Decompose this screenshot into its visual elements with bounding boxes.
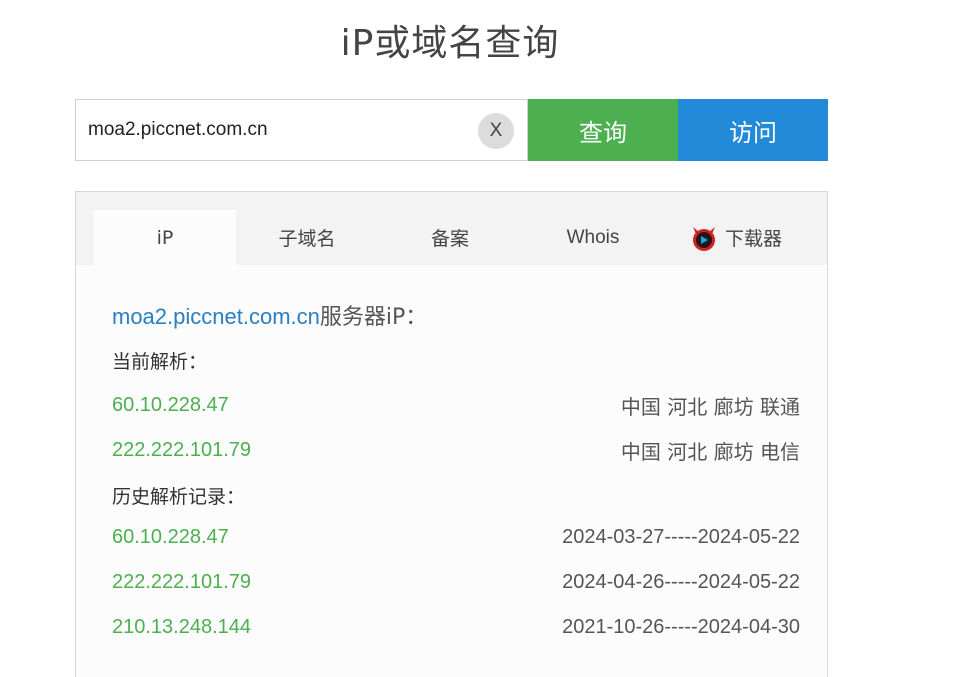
- tab-downloader[interactable]: 下载器: [665, 210, 807, 265]
- clear-button[interactable]: X: [478, 113, 514, 149]
- tab-bar: iP 子域名 备案 Whois 下载器: [76, 192, 827, 265]
- table-row: 210.13.248.144 2021-10-26-----2024-04-30: [112, 616, 800, 639]
- tab-label: iP: [156, 226, 174, 249]
- ip-link[interactable]: 222.222.101.79: [112, 571, 251, 594]
- result-panel: iP 子域名 备案 Whois 下载器 moa2.piccnet.com.cn服…: [75, 191, 828, 677]
- tab-label: 子域名: [278, 228, 336, 250]
- search-bar: X 查询 访问: [75, 99, 828, 161]
- server-heading: moa2.piccnet.com.cn服务器iP：: [112, 299, 427, 331]
- devil-icon: [692, 226, 715, 251]
- tab-label: Whois: [566, 226, 620, 248]
- tab-whois[interactable]: Whois: [522, 210, 664, 265]
- table-row: 222.222.101.79 2024-04-26-----2024-05-22: [112, 571, 800, 594]
- ip-link[interactable]: 60.10.228.47: [112, 394, 229, 417]
- visit-button[interactable]: 访问: [678, 99, 828, 161]
- close-icon: X: [489, 120, 503, 141]
- ip-link[interactable]: 222.222.101.79: [112, 439, 251, 462]
- date-range: 2024-04-26-----2024-05-22: [562, 571, 800, 593]
- table-row: 60.10.228.47 2024-03-27-----2024-05-22: [112, 526, 800, 549]
- query-button[interactable]: 查询: [528, 99, 678, 161]
- table-row: 222.222.101.79 中国 河北 廊坊 电信: [112, 436, 800, 465]
- page-title: iP或域名查询: [340, 23, 560, 64]
- tab-label: 备案: [430, 228, 469, 250]
- tab-subdomain[interactable]: 子域名: [236, 210, 378, 265]
- ip-location: 中国 河北 廊坊 联通: [620, 395, 800, 419]
- history-label: 历史解析记录：: [112, 486, 246, 508]
- tab-label: 下载器: [724, 228, 782, 250]
- current-label: 当前解析：: [112, 351, 208, 373]
- search-input[interactable]: [88, 100, 478, 160]
- table-row: 60.10.228.47 中国 河北 廊坊 联通: [112, 391, 800, 420]
- date-range: 2021-10-26-----2024-04-30: [562, 616, 800, 638]
- tab-ip[interactable]: iP: [94, 210, 236, 265]
- search-box: X: [75, 99, 528, 161]
- server-suffix: 服务器iP：: [319, 305, 428, 330]
- ip-link[interactable]: 210.13.248.144: [112, 616, 251, 639]
- ip-location: 中国 河北 廊坊 电信: [620, 440, 800, 464]
- page: iP或域名查询 X 查询 访问 iP 子域名 备案 Whois: [0, 0, 954, 677]
- date-range: 2024-03-27-----2024-05-22: [562, 526, 800, 548]
- server-domain-link[interactable]: moa2.piccnet.com.cn: [112, 304, 320, 329]
- ip-link[interactable]: 60.10.228.47: [112, 526, 229, 549]
- tab-beian[interactable]: 备案: [379, 210, 521, 265]
